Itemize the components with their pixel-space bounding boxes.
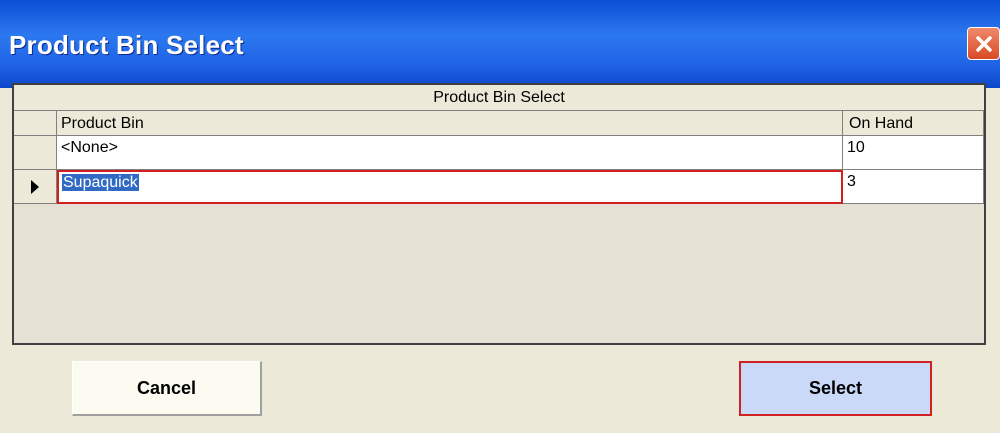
grid-caption: Product Bin Select	[14, 85, 984, 111]
row-indicator[interactable]	[14, 136, 57, 170]
row-header-corner	[14, 111, 57, 136]
close-icon	[975, 35, 992, 52]
table-row-cell-on-hand[interactable]: 10	[843, 136, 984, 170]
current-row-arrow-icon	[31, 179, 39, 194]
table-row-cell-bin[interactable]: <None>	[57, 136, 843, 170]
select-button[interactable]: Select	[739, 361, 932, 416]
selected-text: Supaquick	[62, 174, 139, 191]
table-row-cell-on-hand[interactable]: 3	[843, 170, 984, 204]
cancel-button[interactable]: Cancel	[72, 361, 262, 416]
column-header-product-bin[interactable]: Product Bin	[57, 111, 843, 136]
title-bar[interactable]: Product Bin Select	[0, 0, 1000, 88]
product-bin-grid[interactable]: Product Bin Select Product Bin On Hand <…	[12, 83, 986, 345]
close-button[interactable]	[967, 27, 1000, 60]
row-indicator-selected[interactable]	[14, 170, 57, 204]
table-row-cell-bin-selected[interactable]: Supaquick	[57, 170, 843, 204]
column-header-on-hand[interactable]: On Hand	[843, 111, 984, 136]
window-title: Product Bin Select	[9, 30, 244, 60]
